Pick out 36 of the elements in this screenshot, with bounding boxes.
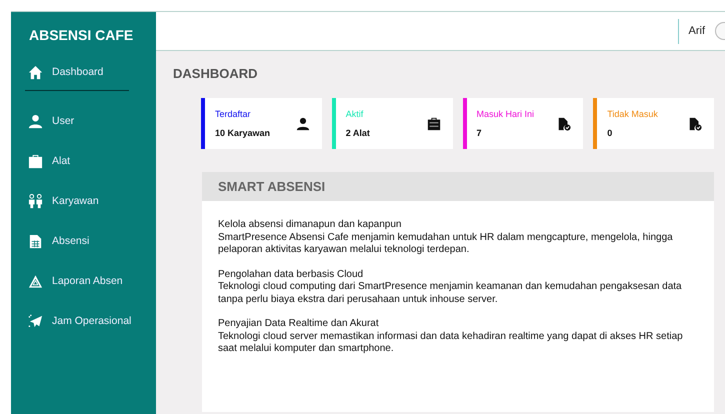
section-heading: Pengolahan data berbasis Cloud [218, 268, 364, 281]
warning-icon [28, 274, 43, 288]
panel-header: SMART ABSENSI [202, 172, 714, 201]
sidebar-item[interactable]: Alat [11, 141, 156, 181]
person-icon [28, 114, 43, 128]
person-icon [296, 116, 310, 130]
card-value: 2 Alat [346, 128, 370, 138]
file-check-icon [688, 116, 702, 130]
section-heading: Penyajian Data Realtime dan Akurat [218, 318, 380, 330]
home-icon [28, 64, 43, 80]
toolbox-icon [28, 154, 43, 168]
brand-title: ABSENSI CAFE [28, 26, 134, 45]
page-title: DASHBOARD [173, 66, 258, 83]
document-icon [28, 234, 43, 248]
sidebar-item[interactable]: Absensi [11, 221, 156, 261]
toolbox-icon [426, 116, 440, 130]
card-value: 7 [476, 128, 483, 138]
user-name: Arif [688, 25, 705, 37]
card-label: Aktif [346, 109, 364, 119]
section-text: Teknologi cloud computing dari SmartPresence menjamin keamanan dan kemudahan pengaksesan data tanpa perlu biaya ekstra dari perusahaan untuk inhouse server. [218, 281, 683, 306]
section-text: SmartPresence Absensi Cafe menjamin kemudahan untuk HR dalam mengcapture, mengelola, hingga pelaporan aktivitas karyawan melalui teknologi terdepan. [218, 232, 674, 256]
card-label: Tidak Masuk [607, 109, 658, 119]
sidebar-item[interactable]: User [11, 101, 156, 141]
paper-plane-icon [28, 314, 43, 328]
file-check-icon [557, 116, 572, 130]
sidebar-item[interactable]: Laporan Absen [11, 261, 156, 301]
card-label: Terdaftar [215, 109, 252, 119]
sidebar-item[interactable]: Karyawan [11, 181, 156, 221]
section-heading: Kelola absensi dimanapun dan kapanpun [218, 219, 402, 232]
card-value: 0 [607, 128, 614, 138]
section-text: Teknologi cloud server memastikan informasi dan data kehadiran realtime yang dapat di akses HR setiap saat melalui komputer dan smartphone. [218, 330, 684, 356]
sidebar-item[interactable]: Dashboard [11, 57, 156, 87]
card-label: Masuk Hari Ini [476, 109, 534, 119]
sidebar-item[interactable]: Jam Operasional [11, 301, 156, 341]
card-value: 10 Karyawan [215, 128, 270, 138]
people-icon [28, 194, 43, 208]
